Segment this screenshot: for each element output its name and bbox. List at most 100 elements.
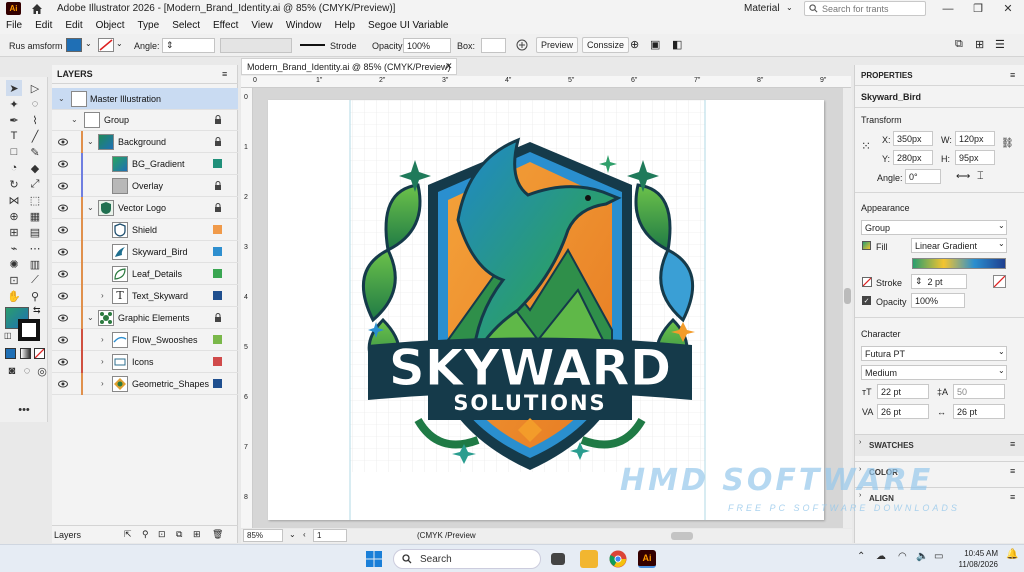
kerning-input[interactable]: 26 pt bbox=[953, 404, 1005, 419]
help-search-input[interactable]: Search for trants bbox=[804, 1, 926, 16]
mesh-tool-icon[interactable]: ⊞ bbox=[6, 224, 22, 240]
x-position-input[interactable]: 350px bbox=[893, 131, 933, 146]
layer-row-background[interactable]: ⌄ Background bbox=[52, 130, 238, 153]
layer-target-swatch[interactable] bbox=[213, 225, 222, 234]
minimize-button[interactable]: — bbox=[933, 1, 963, 16]
lock-icon[interactable] bbox=[214, 114, 222, 125]
align-icon[interactable]: ⊞ bbox=[975, 38, 984, 51]
eye-icon[interactable] bbox=[58, 380, 68, 388]
chevron-down-icon[interactable]: ⌄ bbox=[87, 137, 94, 146]
properties-tab[interactable]: PROPERTIES bbox=[861, 71, 913, 80]
layer-row-flow-swooshes[interactable]: › Flow_Swooshes bbox=[52, 328, 238, 351]
workspace-switcher[interactable]: Material bbox=[744, 3, 780, 14]
lock-icon[interactable] bbox=[214, 202, 222, 213]
stroke-swatch[interactable] bbox=[18, 319, 40, 341]
shaper-tool-icon[interactable]: ◔ bbox=[6, 160, 22, 176]
font-size-input[interactable]: 22 pt bbox=[877, 384, 929, 399]
layer-row-overlay[interactable]: Overlay bbox=[52, 174, 238, 197]
stroke-weight-input[interactable]: ⇕ 2 pt bbox=[911, 274, 967, 289]
angle-input[interactable]: 0° bbox=[905, 169, 941, 184]
taskbar-clock[interactable]: 10:45 AM 11/08/2026 bbox=[950, 548, 998, 570]
wifi-icon[interactable]: ◠ bbox=[898, 551, 907, 562]
chevron-down-icon[interactable]: ⌄ bbox=[998, 239, 1005, 248]
cloud-icon[interactable]: ☁ bbox=[876, 551, 886, 562]
blend-tool-icon[interactable]: ⋯ bbox=[27, 240, 43, 256]
chevron-right-icon[interactable]: › bbox=[859, 439, 861, 446]
vertical-ruler[interactable]: 0 1 2 3 4 5 6 7 8 bbox=[241, 88, 253, 528]
new-layer-icon[interactable]: ⊞ bbox=[193, 529, 201, 540]
windows-start-icon[interactable] bbox=[366, 551, 382, 567]
home-icon[interactable] bbox=[31, 3, 43, 15]
font-family-dropdown[interactable]: Futura PT bbox=[861, 346, 1007, 361]
paintbrush-tool-icon[interactable]: ✎ bbox=[27, 144, 43, 160]
layer-row-vector-logo[interactable]: ⌄ Vector Logo bbox=[52, 196, 238, 219]
box-input[interactable] bbox=[481, 38, 506, 53]
perspective-grid-tool-icon[interactable]: ▦ bbox=[27, 208, 43, 224]
panel-menu-icon[interactable]: ≡ bbox=[1010, 466, 1015, 476]
flip-horizontal-icon[interactable]: ⟷ bbox=[956, 171, 970, 182]
menu-object[interactable]: Object bbox=[96, 20, 132, 31]
new-sublayer-icon[interactable]: ⧉ bbox=[176, 529, 182, 540]
symbol-sprayer-tool-icon[interactable]: ✺ bbox=[6, 256, 22, 272]
opacity-checkbox[interactable]: ✓ bbox=[862, 296, 871, 305]
lasso-tool-icon[interactable]: ◌ bbox=[27, 96, 43, 112]
horizontal-scrollbar-thumb[interactable] bbox=[671, 532, 693, 540]
chevron-right-icon[interactable]: › bbox=[101, 335, 104, 344]
layer-target-swatch[interactable] bbox=[213, 379, 222, 388]
opacity-input[interactable]: 100% bbox=[911, 293, 965, 308]
locate-object-icon[interactable]: ⚲ bbox=[142, 529, 149, 540]
layers-tab[interactable]: LAYERS bbox=[52, 65, 238, 84]
default-colors-icon[interactable]: ◫ bbox=[4, 331, 12, 340]
illustrator-taskbar-icon[interactable]: Ai bbox=[638, 550, 656, 568]
menu-view[interactable]: View bbox=[251, 20, 280, 31]
menu-font-name[interactable]: Segoe UI Variable bbox=[368, 20, 455, 31]
style-dropdown[interactable] bbox=[220, 38, 292, 53]
chevron-down-icon[interactable]: ⌄ bbox=[116, 39, 123, 48]
lock-icon[interactable] bbox=[214, 180, 222, 191]
chevron-down-icon[interactable]: ⌄ bbox=[58, 94, 65, 103]
hand-tool-icon[interactable]: ✋ bbox=[6, 288, 22, 304]
chevron-down-icon[interactable]: ⌄ bbox=[87, 203, 94, 212]
layer-target-swatch[interactable] bbox=[213, 269, 222, 278]
font-style-dropdown[interactable]: Medium bbox=[861, 365, 1007, 380]
zoom-level-dropdown[interactable]: 85% bbox=[243, 529, 283, 542]
conssize-button[interactable]: Conssize bbox=[582, 37, 630, 53]
menu-edit[interactable]: Edit bbox=[35, 20, 59, 31]
eye-icon[interactable] bbox=[58, 248, 68, 256]
leading-input[interactable]: 50 bbox=[953, 384, 1005, 399]
height-input[interactable]: 95px bbox=[955, 150, 995, 165]
menu-window[interactable]: Window bbox=[286, 20, 329, 31]
gradient-bar[interactable] bbox=[912, 258, 1006, 269]
clipping-mask-icon[interactable]: ⊡ bbox=[158, 529, 166, 540]
menu-type[interactable]: Type bbox=[138, 20, 167, 31]
y-position-input[interactable]: 280px bbox=[893, 150, 933, 165]
lock-icon[interactable] bbox=[214, 312, 222, 323]
chevron-down-icon[interactable]: ⌄ bbox=[786, 3, 793, 12]
artboard[interactable]: SKYWARD SOLUTIONS bbox=[268, 100, 824, 520]
transform-icon[interactable]: ▣ bbox=[650, 38, 660, 51]
chevron-down-icon[interactable]: ⌄ bbox=[71, 115, 78, 124]
flip-vertical-icon[interactable]: ⌶ bbox=[977, 170, 984, 183]
pen-tool-icon[interactable]: ✒ bbox=[6, 112, 22, 128]
draw-behind-icon[interactable]: ◌ bbox=[19, 363, 35, 379]
layer-row-graphic-elements[interactable]: ⌄ Graphic Elements bbox=[52, 306, 238, 329]
fill-color-swatch[interactable] bbox=[66, 38, 82, 52]
layer-row-bg-gradient[interactable]: BG_Gradient bbox=[52, 152, 238, 175]
scale-tool-icon[interactable]: ⤢ bbox=[27, 176, 43, 192]
draw-normal-icon[interactable]: ◙ bbox=[4, 363, 20, 379]
reference-point-icon[interactable]: ⁙ bbox=[861, 139, 871, 153]
stroke-color-swatch[interactable] bbox=[98, 38, 114, 52]
more-tools-icon[interactable]: ••• bbox=[16, 402, 32, 418]
eyedropper-tool-icon[interactable]: ⌁ bbox=[6, 240, 22, 256]
eye-icon[interactable] bbox=[58, 204, 68, 212]
menu-list-icon[interactable]: ☰ bbox=[995, 38, 1005, 51]
line-tool-icon[interactable]: ╱ bbox=[27, 128, 43, 144]
scrollbar-thumb[interactable] bbox=[844, 288, 851, 304]
horizontal-ruler[interactable]: 0 1" 2" 3" 4" 5" 6" 7" 8" 9" bbox=[241, 76, 851, 88]
selection-tool-icon[interactable]: ➤ bbox=[6, 80, 22, 96]
menu-select[interactable]: Select bbox=[172, 20, 207, 31]
panel-menu-icon[interactable]: ≡ bbox=[1010, 492, 1015, 502]
taskbar-search-input[interactable]: Search bbox=[393, 549, 541, 569]
appearance-group-dropdown[interactable]: Group bbox=[861, 220, 1007, 235]
width-input[interactable]: 120px bbox=[955, 131, 995, 146]
